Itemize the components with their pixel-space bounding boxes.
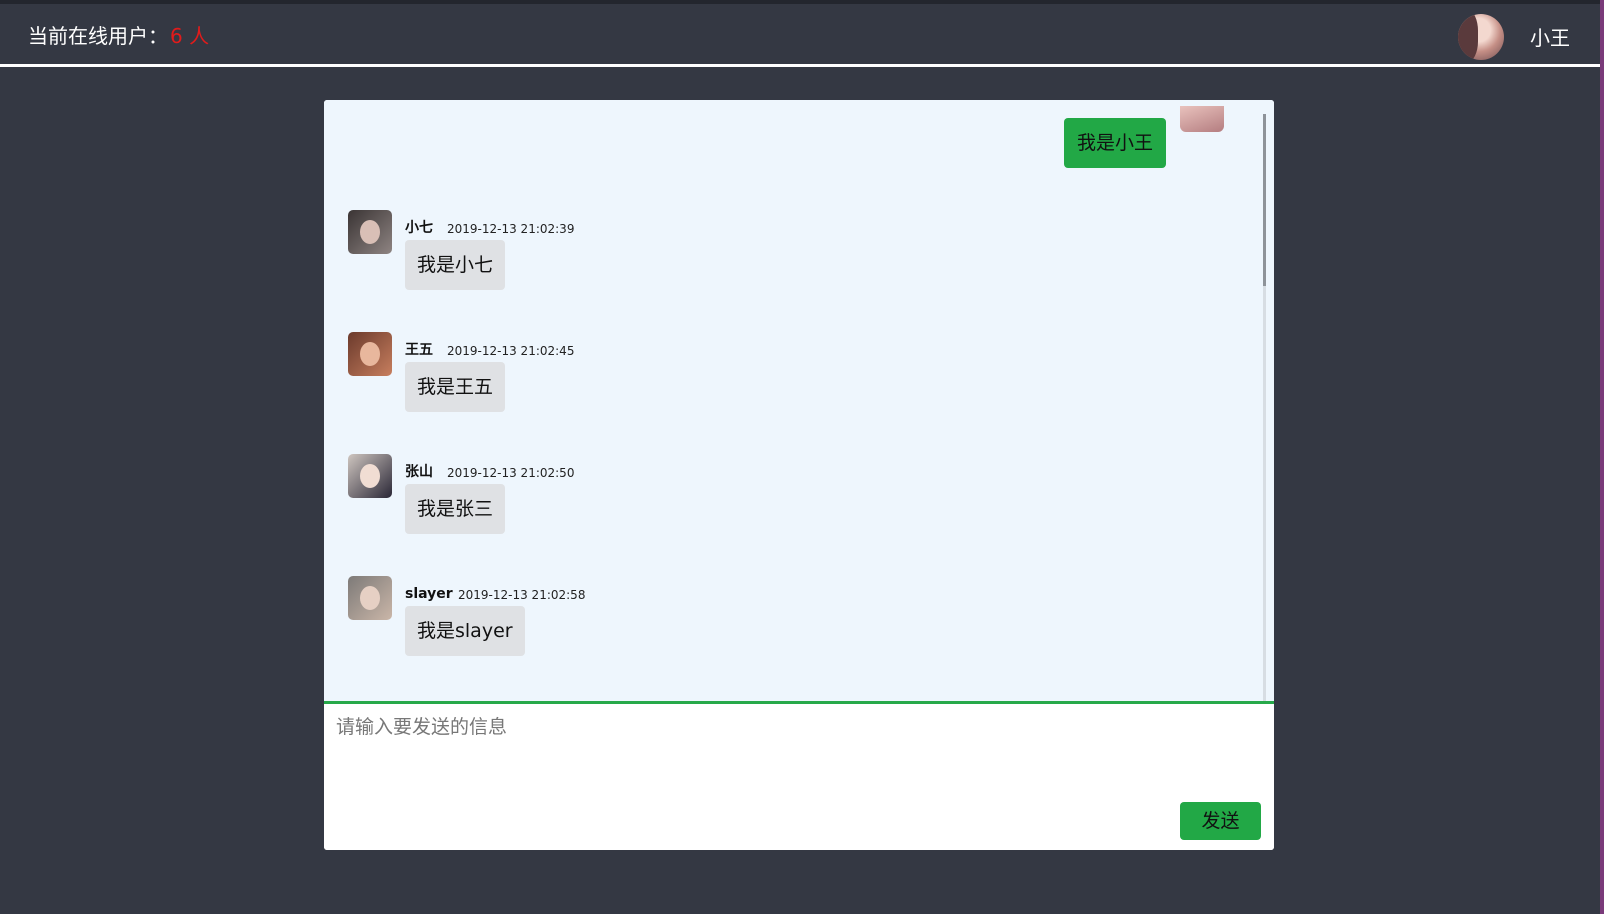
message-item: 王五 2019-12-13 21:02:45 我是王五 [348, 332, 1048, 442]
message-item: slayer 2019-12-13 21:02:58 我是slayer [348, 576, 1048, 686]
message-sender-name: slayer [405, 586, 453, 602]
message-avatar [348, 210, 392, 254]
message-timestamp: 2019-12-13 21:02:58 [458, 588, 586, 602]
chat-panel: 我是小王 小七 2019-12-13 21:02:39 我是小七 王五 2019… [324, 100, 1274, 850]
online-users-indicator: 当前在线用户： 6 人 [28, 24, 209, 48]
message-bubble: 我是张三 [405, 484, 506, 534]
self-message-bubble: 我是小王 [1063, 118, 1166, 168]
current-user-avatar[interactable] [1458, 14, 1504, 60]
message-sender-name: 王五 [405, 342, 433, 358]
online-users-label: 当前在线用户： [28, 24, 168, 48]
message-bubble: 我是slayer [405, 606, 525, 656]
current-user-name[interactable]: 小王 [1530, 26, 1570, 50]
online-users-count: 6 人 [170, 24, 210, 48]
self-message-avatar [1180, 106, 1224, 132]
message-input[interactable] [336, 712, 1236, 792]
top-header: 当前在线用户： 6 人 小王 [0, 4, 1600, 67]
message-timestamp: 2019-12-13 21:02:39 [447, 222, 575, 236]
message-avatar [348, 454, 392, 498]
message-list[interactable]: 我是小王 小七 2019-12-13 21:02:39 我是小七 王五 2019… [324, 100, 1274, 701]
window-right-edge [1600, 0, 1604, 914]
message-sender-name: 小七 [405, 220, 433, 236]
message-timestamp: 2019-12-13 21:02:50 [447, 466, 575, 480]
scrollbar-thumb[interactable] [1263, 114, 1266, 286]
message-sender-name: 张山 [405, 464, 433, 480]
message-item: 小七 2019-12-13 21:02:39 我是小七 [348, 210, 1048, 320]
message-bubble: 我是王五 [405, 362, 506, 412]
message-item: 张山 2019-12-13 21:02:50 我是张三 [348, 454, 1048, 564]
send-button[interactable]: 发送 [1180, 802, 1261, 840]
message-avatar [348, 576, 392, 620]
message-avatar [348, 332, 392, 376]
composer: 发送 [324, 704, 1274, 850]
message-timestamp: 2019-12-13 21:02:45 [447, 344, 575, 358]
message-bubble: 我是小七 [405, 240, 506, 290]
